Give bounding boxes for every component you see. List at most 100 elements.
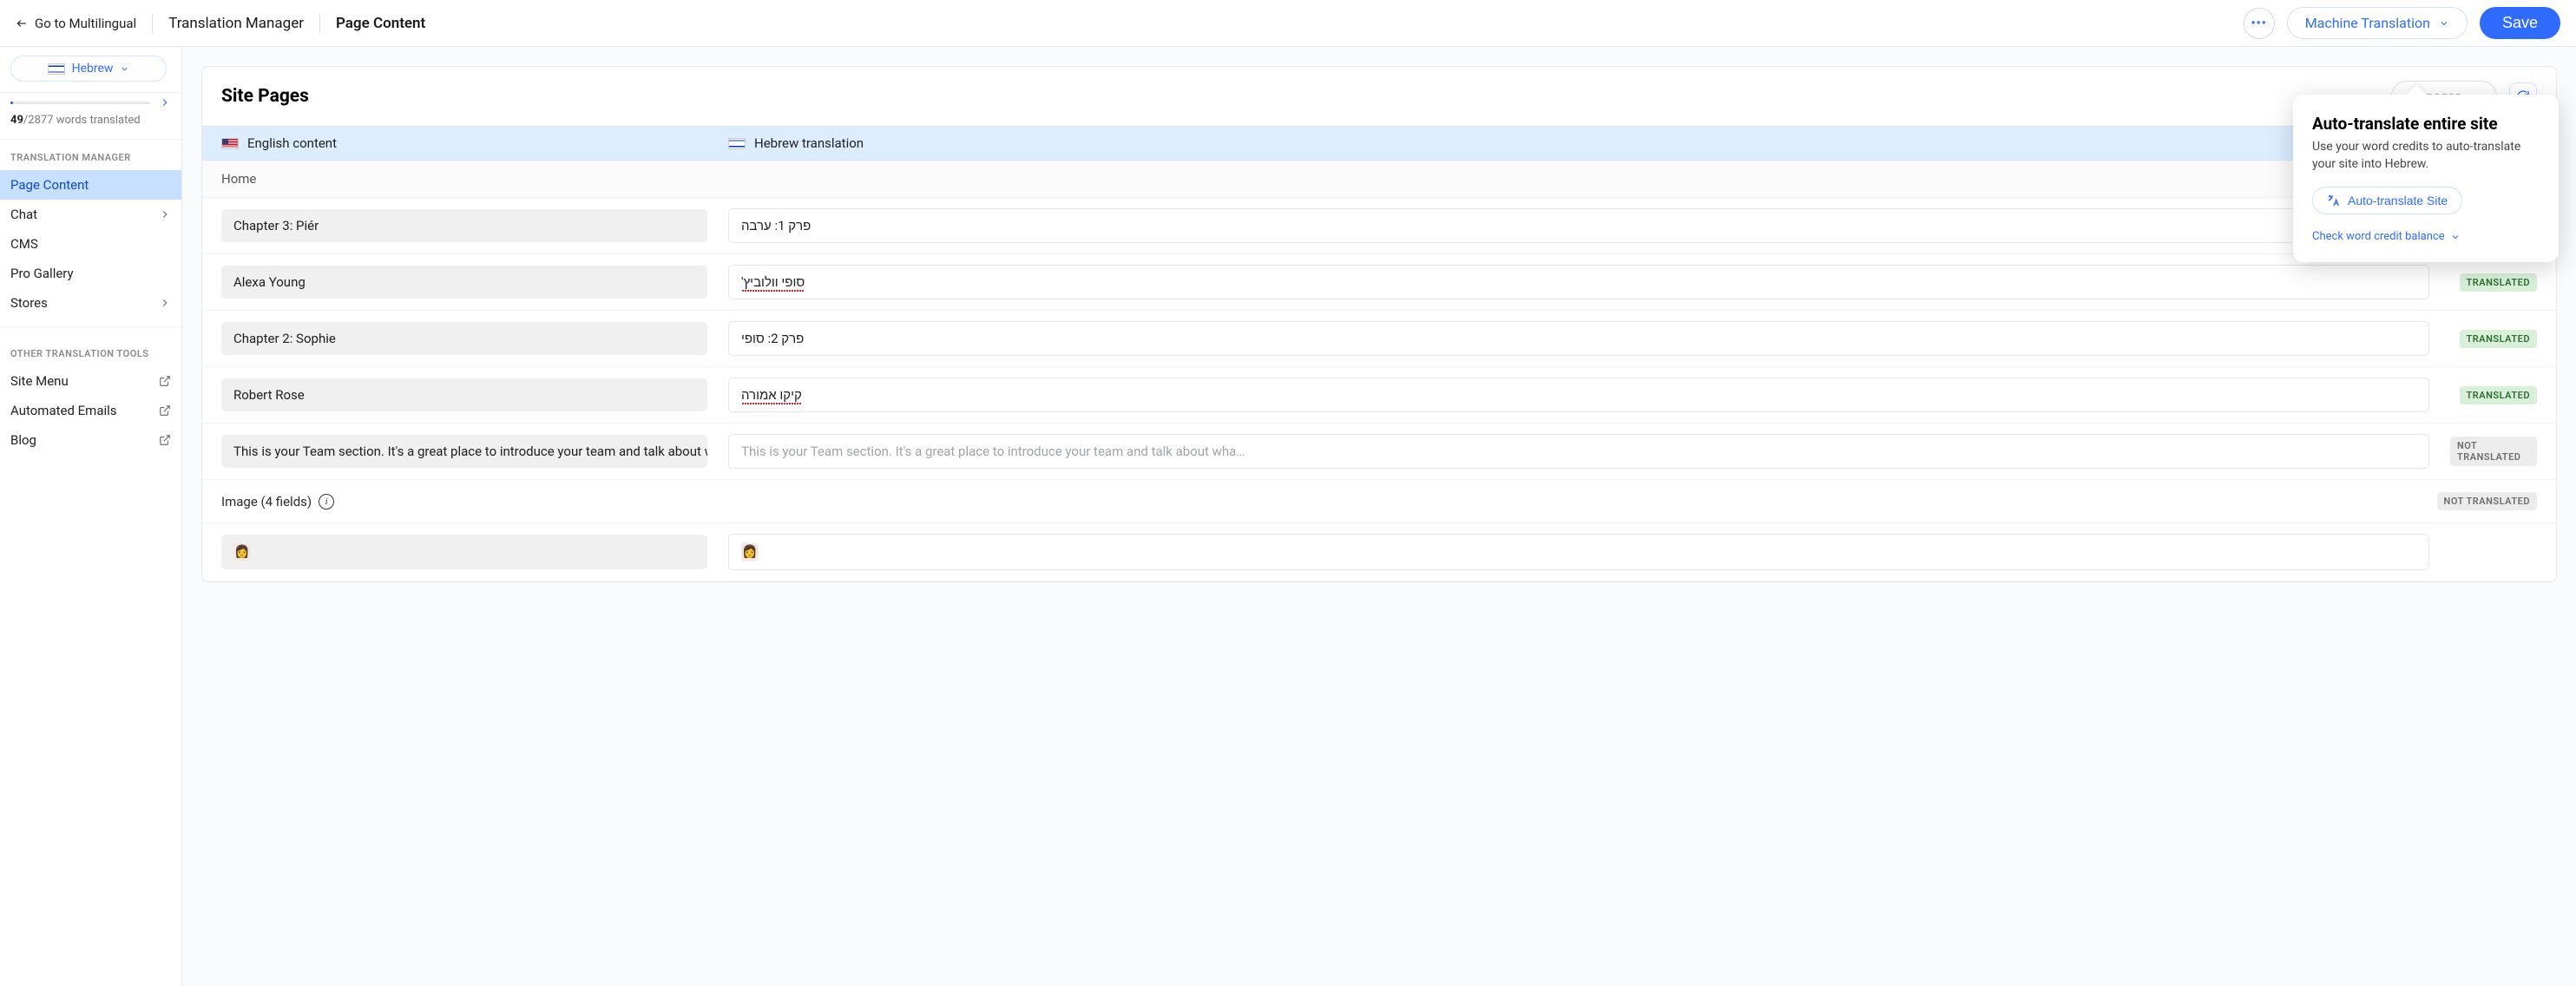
- side-group-2: Site Menu Automated Emails Blog: [0, 366, 181, 455]
- section-label-home: Home: [202, 161, 2556, 198]
- status-badge: TRANSLATED: [2460, 273, 2537, 292]
- arrow-left-icon: [16, 17, 28, 30]
- sidebar-item-automated-emails[interactable]: Automated Emails: [0, 396, 181, 425]
- image-group-left: Image (4 fields) i: [221, 494, 334, 509]
- sidebar-item-stores[interactable]: Stores: [0, 288, 181, 318]
- credit-link-label: Check word credit balance: [2312, 230, 2445, 243]
- sidebar-item-label: CMS: [10, 236, 38, 252]
- sidebar-item-page-content[interactable]: Page Content: [0, 170, 181, 200]
- machine-translation-label: Machine Translation: [2305, 15, 2430, 31]
- table-row: 👩 👩: [202, 523, 2556, 582]
- sidebar-item-pro-gallery[interactable]: Pro Gallery: [0, 259, 181, 288]
- chevron-down-icon: [120, 64, 129, 74]
- side-separator: [0, 326, 181, 327]
- language-selector-wrap: Hebrew: [0, 47, 181, 93]
- progress-text: 49/2877 words translated: [0, 112, 181, 140]
- sidebar-item-label: Automated Emails: [10, 403, 117, 418]
- sidebar-item-site-menu[interactable]: Site Menu: [0, 366, 181, 396]
- avatar-thumbnail: 👩: [741, 543, 759, 561]
- sidebar-item-cms[interactable]: CMS: [0, 229, 181, 259]
- israel-flag-icon: [728, 138, 746, 149]
- status-cell: TRANSLATED: [2450, 273, 2537, 292]
- main: Auto-translate entire site Use your word…: [182, 47, 2576, 986]
- status-badge: TRANSLATED: [2460, 386, 2537, 404]
- column-header-source-label: English content: [247, 135, 337, 151]
- translation-rows: Chapter 3: Piérפרק 1: ערבהTRANSLATEDAlex…: [202, 198, 2556, 480]
- status-cell: TRANSLATED: [2450, 330, 2537, 348]
- popover-title: Auto-translate entire site: [2312, 114, 2540, 134]
- avatar-thumbnail: 👩: [233, 543, 251, 561]
- sidebar-item-label: Page Content: [10, 177, 89, 193]
- image-group-label: Image (4 fields): [221, 494, 312, 509]
- translation-input[interactable]: פרק 1: ערבה: [728, 208, 2429, 243]
- translation-input[interactable]: סופי וולוביץ': [728, 265, 2429, 299]
- table-row: Chapter 2: Sophie פרק 2: סופי TRANSLATED: [202, 311, 2556, 367]
- progress-current: 49: [10, 114, 23, 127]
- chevron-down-icon: [2450, 232, 2461, 242]
- language-selector[interactable]: Hebrew: [10, 56, 167, 82]
- translation-input[interactable]: This is your Team section. It's a great …: [728, 434, 2429, 469]
- translation-input[interactable]: קיקו אמורה: [728, 378, 2429, 412]
- go-back-label: Go to Multilingual: [35, 16, 136, 31]
- column-header-source: English content: [202, 127, 709, 160]
- sidebar-item-blog[interactable]: Blog: [0, 425, 181, 455]
- save-button[interactable]: Save: [2480, 7, 2560, 39]
- auto-translate-popover: Auto-translate entire site Use your word…: [2293, 95, 2559, 262]
- israel-flag-icon: [48, 63, 65, 75]
- info-icon[interactable]: i: [319, 494, 334, 509]
- translate-icon: [2327, 194, 2341, 207]
- chevron-down-icon: [2439, 18, 2449, 29]
- us-flag-icon: [221, 138, 239, 149]
- machine-translation-dropdown[interactable]: Machine Translation: [2287, 7, 2468, 39]
- chevron-right-icon: [159, 96, 171, 108]
- translation-input[interactable]: פרק 2: סופי: [728, 321, 2429, 356]
- layout: Hebrew 49/2877 words translated TRANSLAT…: [0, 47, 2576, 986]
- source-cell: This is your Team section. It's a great …: [221, 435, 707, 468]
- status-cell: NOT TRANSLATED: [2450, 437, 2537, 466]
- source-cell: Alexa Young: [221, 266, 707, 299]
- status-badge: TRANSLATED: [2460, 330, 2537, 348]
- source-cell: 👩: [221, 535, 707, 569]
- progress-bar: [10, 102, 150, 104]
- popover-desc: Use your word credits to auto-translate …: [2312, 139, 2540, 173]
- progress-expand[interactable]: [159, 96, 171, 108]
- status-badge: NOT TRANSLATED: [2437, 492, 2537, 510]
- source-cell: Chapter 3: Piér: [221, 209, 707, 242]
- column-header-target-label: Hebrew translation: [754, 135, 864, 151]
- sidebar-item-label: Stores: [10, 295, 48, 311]
- go-back-link[interactable]: Go to Multilingual: [16, 16, 136, 31]
- sidebar-item-chat[interactable]: Chat: [0, 200, 181, 229]
- sidebar-item-label: Site Menu: [10, 373, 69, 389]
- chevron-right-icon: [159, 208, 171, 220]
- topbar-left: Go to Multilingual Translation Manager P…: [16, 14, 2244, 33]
- image-group-row[interactable]: Image (4 fields) i NOT TRANSLATED: [202, 480, 2556, 523]
- table-row: Alexa Young סופי וולוביץ' TRANSLATED: [202, 254, 2556, 311]
- translation-input[interactable]: 👩: [728, 534, 2429, 570]
- auto-translate-button-label: Auto-translate Site: [2348, 194, 2448, 207]
- panel-title: Site Pages: [221, 86, 309, 107]
- chevron-right-icon: [159, 297, 171, 309]
- source-cell: Chapter 2: Sophie: [221, 322, 707, 355]
- sidebar-item-label: Blog: [10, 432, 36, 448]
- auto-translate-site-button[interactable]: Auto-translate Site: [2312, 187, 2462, 214]
- translation-progress-row: [0, 93, 181, 112]
- crumb-page-content: Page Content: [336, 15, 425, 32]
- side-group-title-1: TRANSLATION MANAGER: [0, 140, 181, 170]
- source-cell: Robert Rose: [221, 378, 707, 411]
- side-group-title-2: OTHER TRANSLATION TOOLS: [0, 336, 181, 366]
- table-row: This is your Team section. It's a great …: [202, 424, 2556, 480]
- topbar: Go to Multilingual Translation Manager P…: [0, 0, 2576, 47]
- status-badge: NOT TRANSLATED: [2450, 437, 2537, 466]
- progress-fill: [10, 102, 13, 104]
- sidebar: Hebrew 49/2877 words translated TRANSLAT…: [0, 47, 182, 986]
- sidebar-item-label: Pro Gallery: [10, 266, 74, 281]
- popover-actions: Auto-translate Site: [2312, 187, 2540, 214]
- check-credit-link[interactable]: Check word credit balance: [2312, 230, 2540, 243]
- table-row: Robert Rose קיקו אמורה TRANSLATED: [202, 367, 2556, 424]
- side-group-1: Page Content Chat CMS Pro Gallery Stores: [0, 170, 181, 318]
- panel-header: Site Pages All pages: [202, 67, 2556, 126]
- crumb-translation-manager[interactable]: Translation Manager: [168, 15, 304, 32]
- more-actions-button[interactable]: •••: [2244, 8, 2275, 39]
- language-label: Hebrew: [72, 62, 114, 76]
- sidebar-item-label: Chat: [10, 207, 37, 222]
